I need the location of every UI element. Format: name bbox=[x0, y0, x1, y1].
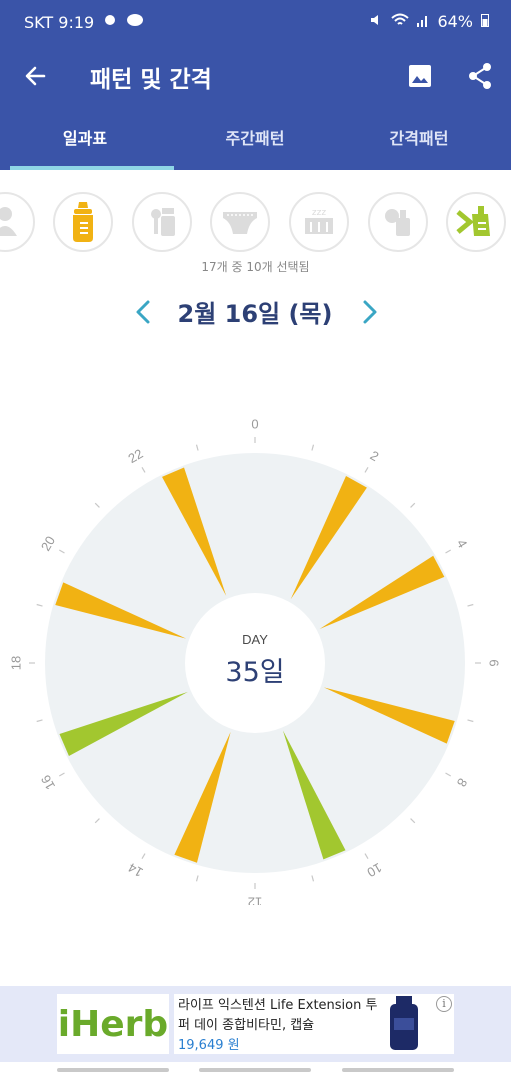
category-bottle[interactable] bbox=[53, 192, 113, 252]
hour-label: 20 bbox=[38, 533, 58, 553]
ad-product-image bbox=[386, 996, 422, 1052]
nav-handle[interactable] bbox=[57, 1068, 169, 1072]
app-bar: 패턴 및 간격 bbox=[0, 44, 511, 108]
clock-tick bbox=[58, 772, 65, 777]
ad-card[interactable]: 라이프 익스텐션 Life Extension 투 퍼 데이 종합비타민, 캡슐… bbox=[174, 994, 454, 1054]
hour-label: 2 bbox=[368, 448, 382, 465]
clock-tick bbox=[467, 719, 474, 723]
chat-icon bbox=[126, 12, 144, 32]
bottle-icon bbox=[73, 202, 93, 242]
nav-handle[interactable] bbox=[342, 1068, 454, 1072]
status-bar: SKT 9:19 64% bbox=[0, 0, 511, 44]
signal-icon bbox=[417, 12, 429, 31]
mute-icon bbox=[369, 12, 383, 31]
baby-icon bbox=[0, 207, 17, 236]
image-icon bbox=[409, 65, 431, 87]
tab-interval-pattern[interactable]: 간격패턴 bbox=[334, 108, 504, 170]
tab-bar: 일과표 주간패턴 간격패턴 bbox=[0, 108, 511, 170]
hour-label: 22 bbox=[125, 446, 145, 466]
ad-brand-logo[interactable]: iHerb bbox=[57, 994, 169, 1054]
tab-schedule[interactable]: 일과표 bbox=[0, 108, 174, 170]
next-day-button[interactable] bbox=[355, 294, 385, 330]
sleep-icon: zzz bbox=[305, 208, 333, 234]
clock-tick bbox=[58, 549, 65, 554]
arrow-left-icon bbox=[25, 66, 46, 86]
clock-face: 0 2 4 6 8 10 12 14 16 18 20 22 DAY 35일 bbox=[8, 416, 502, 909]
tab-label: 주간패턴 bbox=[225, 129, 285, 148]
tab-label: 간격패턴 bbox=[389, 129, 449, 148]
clock-tick bbox=[195, 444, 199, 451]
hour-label: 18 bbox=[8, 656, 23, 670]
ad-price: 19,649 원 bbox=[178, 1038, 240, 1053]
category-sleep[interactable]: zzz bbox=[289, 192, 349, 252]
wifi-icon bbox=[391, 12, 410, 31]
hour-label: 12 bbox=[248, 895, 262, 905]
category-diaper[interactable] bbox=[210, 192, 270, 252]
category-pumping[interactable] bbox=[446, 192, 506, 252]
chevron-left-icon bbox=[136, 300, 150, 324]
clock-tick bbox=[311, 875, 315, 882]
hour-label: 4 bbox=[454, 537, 471, 551]
clock-tick bbox=[311, 444, 315, 451]
clock-tick bbox=[36, 719, 43, 723]
date-navigator: 2월 16일 (목) bbox=[0, 290, 511, 334]
clock-tick bbox=[445, 549, 452, 554]
clock-tick bbox=[364, 853, 369, 860]
hour-label: 14 bbox=[125, 860, 145, 880]
clock-tick bbox=[141, 466, 146, 473]
tab-label: 일과표 bbox=[62, 129, 108, 148]
hour-label: 0 bbox=[251, 416, 258, 431]
clock-tick bbox=[410, 502, 416, 508]
daily-clock-chart: 0 2 4 6 8 10 12 14 16 18 20 22 DAY 35일 bbox=[0, 405, 511, 909]
system-nav-bar bbox=[0, 1062, 511, 1080]
hour-label: 6 bbox=[487, 659, 502, 666]
current-date: 2월 16일 (목) bbox=[177, 300, 333, 328]
share-button[interactable] bbox=[464, 60, 496, 92]
baby-food-icon bbox=[151, 208, 175, 236]
back-button[interactable] bbox=[20, 60, 52, 92]
tab-weekly-pattern[interactable]: 주간패턴 bbox=[170, 108, 340, 170]
ad-banner[interactable]: iHerb 라이프 익스텐션 Life Extension 투 퍼 데이 종합비… bbox=[0, 986, 511, 1062]
clock-tick bbox=[364, 466, 369, 473]
hour-label: 10 bbox=[365, 860, 385, 880]
breast-pump-icon bbox=[385, 209, 410, 236]
clock-tick bbox=[445, 772, 452, 777]
nav-handle[interactable] bbox=[199, 1068, 311, 1072]
pumping-icon bbox=[456, 206, 490, 236]
ad-info-icon[interactable]: i bbox=[436, 996, 452, 1012]
image-button[interactable] bbox=[404, 60, 436, 92]
clock-tick bbox=[36, 603, 43, 607]
selected-count: 17개 중 10개 선택됨 bbox=[201, 260, 310, 274]
day-label: DAY bbox=[242, 632, 268, 647]
clock-tick bbox=[94, 818, 100, 824]
share-icon bbox=[469, 63, 491, 89]
notification-icon bbox=[102, 12, 118, 32]
clock-tick bbox=[467, 603, 474, 607]
battery-icon bbox=[481, 12, 489, 31]
previous-day-button[interactable] bbox=[128, 294, 158, 330]
clock-tick bbox=[410, 818, 416, 824]
clock-tick bbox=[94, 502, 100, 508]
ad-brand: iHerb bbox=[57, 1003, 169, 1045]
page-title: 패턴 및 간격 bbox=[90, 67, 212, 93]
carrier-time: SKT 9:19 bbox=[24, 12, 95, 32]
clock-tick bbox=[195, 875, 199, 882]
svg-text:zzz: zzz bbox=[312, 208, 326, 218]
chevron-right-icon bbox=[363, 300, 377, 324]
hour-label: 16 bbox=[38, 773, 58, 793]
clock-tick bbox=[141, 853, 146, 860]
day-value: 35일 bbox=[225, 657, 284, 688]
diaper-icon bbox=[223, 212, 257, 234]
category-baby[interactable] bbox=[0, 192, 35, 252]
category-filter-bar: zzz bbox=[0, 170, 511, 255]
battery-percent: 64% bbox=[437, 12, 473, 31]
category-baby-food[interactable] bbox=[132, 192, 192, 252]
ad-title: 라이프 익스텐션 Life Extension 투 퍼 데이 종합비타민, 캡슐 bbox=[178, 998, 378, 1033]
category-breast-pump[interactable] bbox=[368, 192, 428, 252]
hour-label: 8 bbox=[454, 776, 471, 790]
